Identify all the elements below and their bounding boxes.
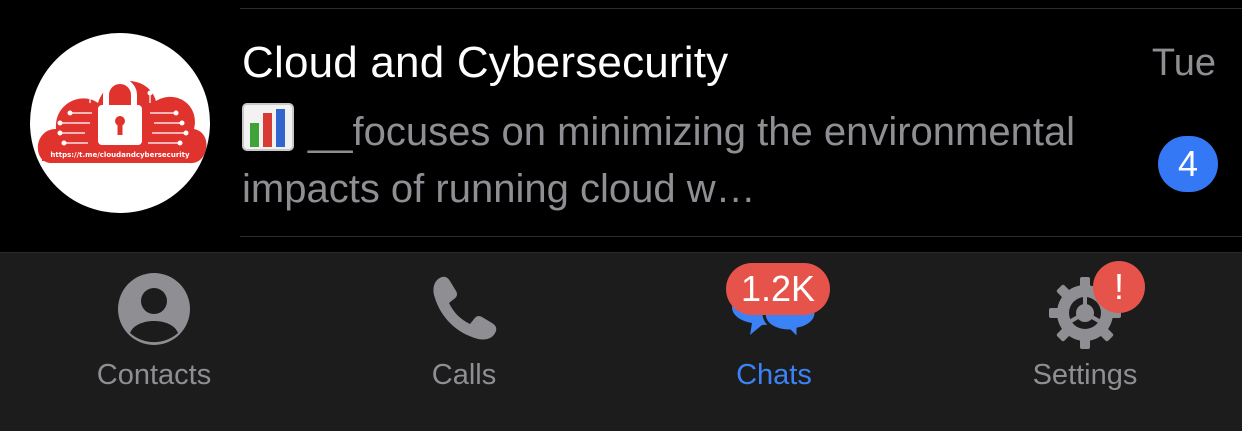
message-preview: __focuses on minimizing the environmenta… [242, 103, 1142, 218]
chat-title: Cloud and Cybersecurity [242, 38, 729, 87]
chat-timestamp: Tue [1151, 42, 1216, 84]
tab-label: Settings [1032, 359, 1138, 391]
divider [240, 8, 1242, 9]
divider [240, 236, 1242, 237]
unread-count-badge: 4 [1158, 136, 1218, 192]
chats-unread-badge: 1.2K [726, 263, 830, 315]
person-circle-icon [116, 271, 192, 352]
avatar-url-text: https://t.me/cloudandcybersecurity [50, 151, 190, 159]
tab-contacts[interactable]: Contacts [34, 253, 274, 431]
tab-calls[interactable]: Calls [344, 253, 584, 431]
tab-label: Chats [736, 359, 812, 391]
tab-chats[interactable]: 1.2K Chats [654, 253, 894, 431]
settings-alert-badge: ! [1093, 261, 1145, 313]
tab-settings[interactable]: ! Settings [965, 253, 1205, 431]
cloud-lock-logo-icon [37, 70, 207, 164]
tab-bar: Contacts Calls 1.2K Chats ! Settings [0, 252, 1242, 431]
tab-label: Calls [431, 359, 497, 391]
avatar[interactable]: https://t.me/cloudandcybersecurity [30, 33, 210, 213]
message-preview-text: __focuses on minimizing the environmenta… [242, 110, 1076, 211]
tab-label: Contacts [96, 359, 212, 391]
chat-list-item[interactable]: https://t.me/cloudandcybersecurity Cloud… [0, 0, 1242, 252]
phone-icon [428, 273, 500, 350]
bar-chart-emoji-icon [242, 103, 294, 151]
